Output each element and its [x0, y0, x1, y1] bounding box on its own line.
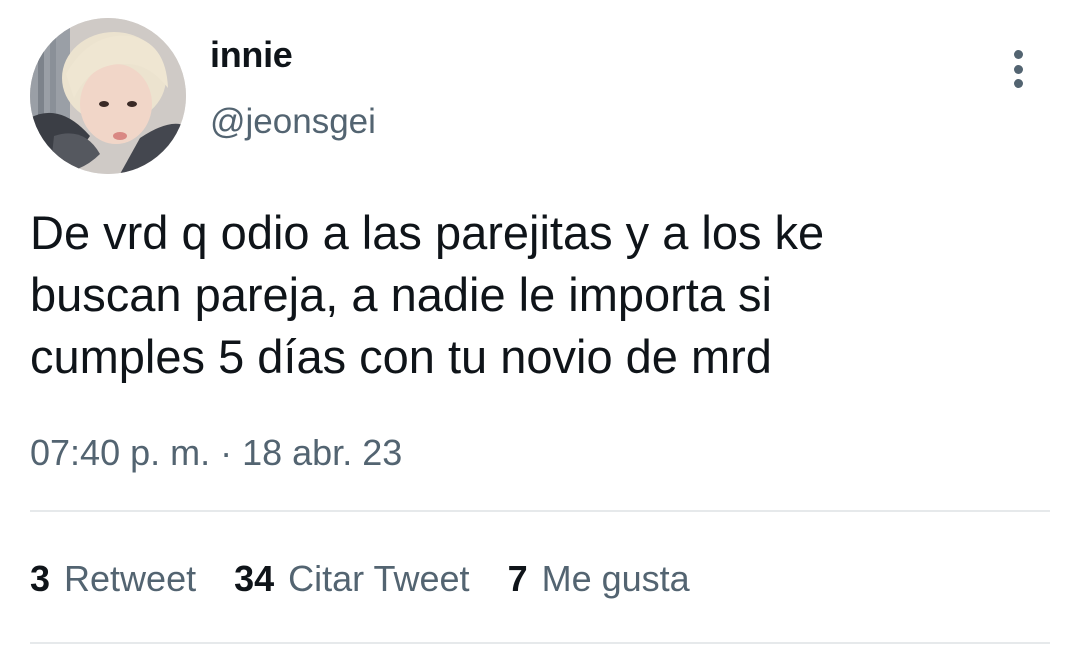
retweet-count: 3 [30, 558, 51, 599]
retweet-stat[interactable]: 3 Retweet [30, 558, 196, 600]
quote-tweet-label: Citar Tweet [288, 558, 470, 599]
divider [30, 642, 1050, 644]
more-options-button[interactable] [998, 44, 1038, 94]
tweet-text: De vrd q odio a las parejitas y a los ke… [30, 202, 1040, 388]
like-stat[interactable]: 7 Me gusta [508, 558, 690, 600]
divider [30, 510, 1050, 512]
more-vertical-icon [1013, 50, 1023, 59]
more-vertical-icon-dot-2 [1013, 64, 1023, 74]
tweet-text-line: cumples 5 días con tu novio de mrd [30, 330, 772, 383]
like-count: 7 [507, 558, 528, 599]
quote-tweet-count: 34 [234, 558, 275, 599]
tweet-timestamp[interactable]: 07:40 p. m. · 18 abr. 23 [30, 432, 402, 474]
tweet-card: innie @jeonsgei De vrd q odio a las pare… [0, 0, 1080, 646]
tweet-text-line: De vrd q odio a las parejitas y a los ke [30, 206, 825, 259]
author-handle[interactable]: @jeonsgei [210, 102, 376, 142]
like-label: Me gusta [541, 558, 690, 599]
author-display-name[interactable]: innie [210, 34, 293, 76]
quote-tweet-stat[interactable]: 34 Citar Tweet [234, 558, 469, 600]
avatar-photo [30, 18, 186, 174]
tweet-stats: 3 Retweet 34 Citar Tweet 7 Me gusta [30, 558, 728, 600]
tweet-text-line: buscan pareja, a nadie le importa si [30, 268, 772, 321]
more-vertical-icon-dot-3 [1013, 79, 1023, 88]
avatar[interactable] [30, 18, 186, 174]
retweet-label: Retweet [64, 558, 197, 599]
